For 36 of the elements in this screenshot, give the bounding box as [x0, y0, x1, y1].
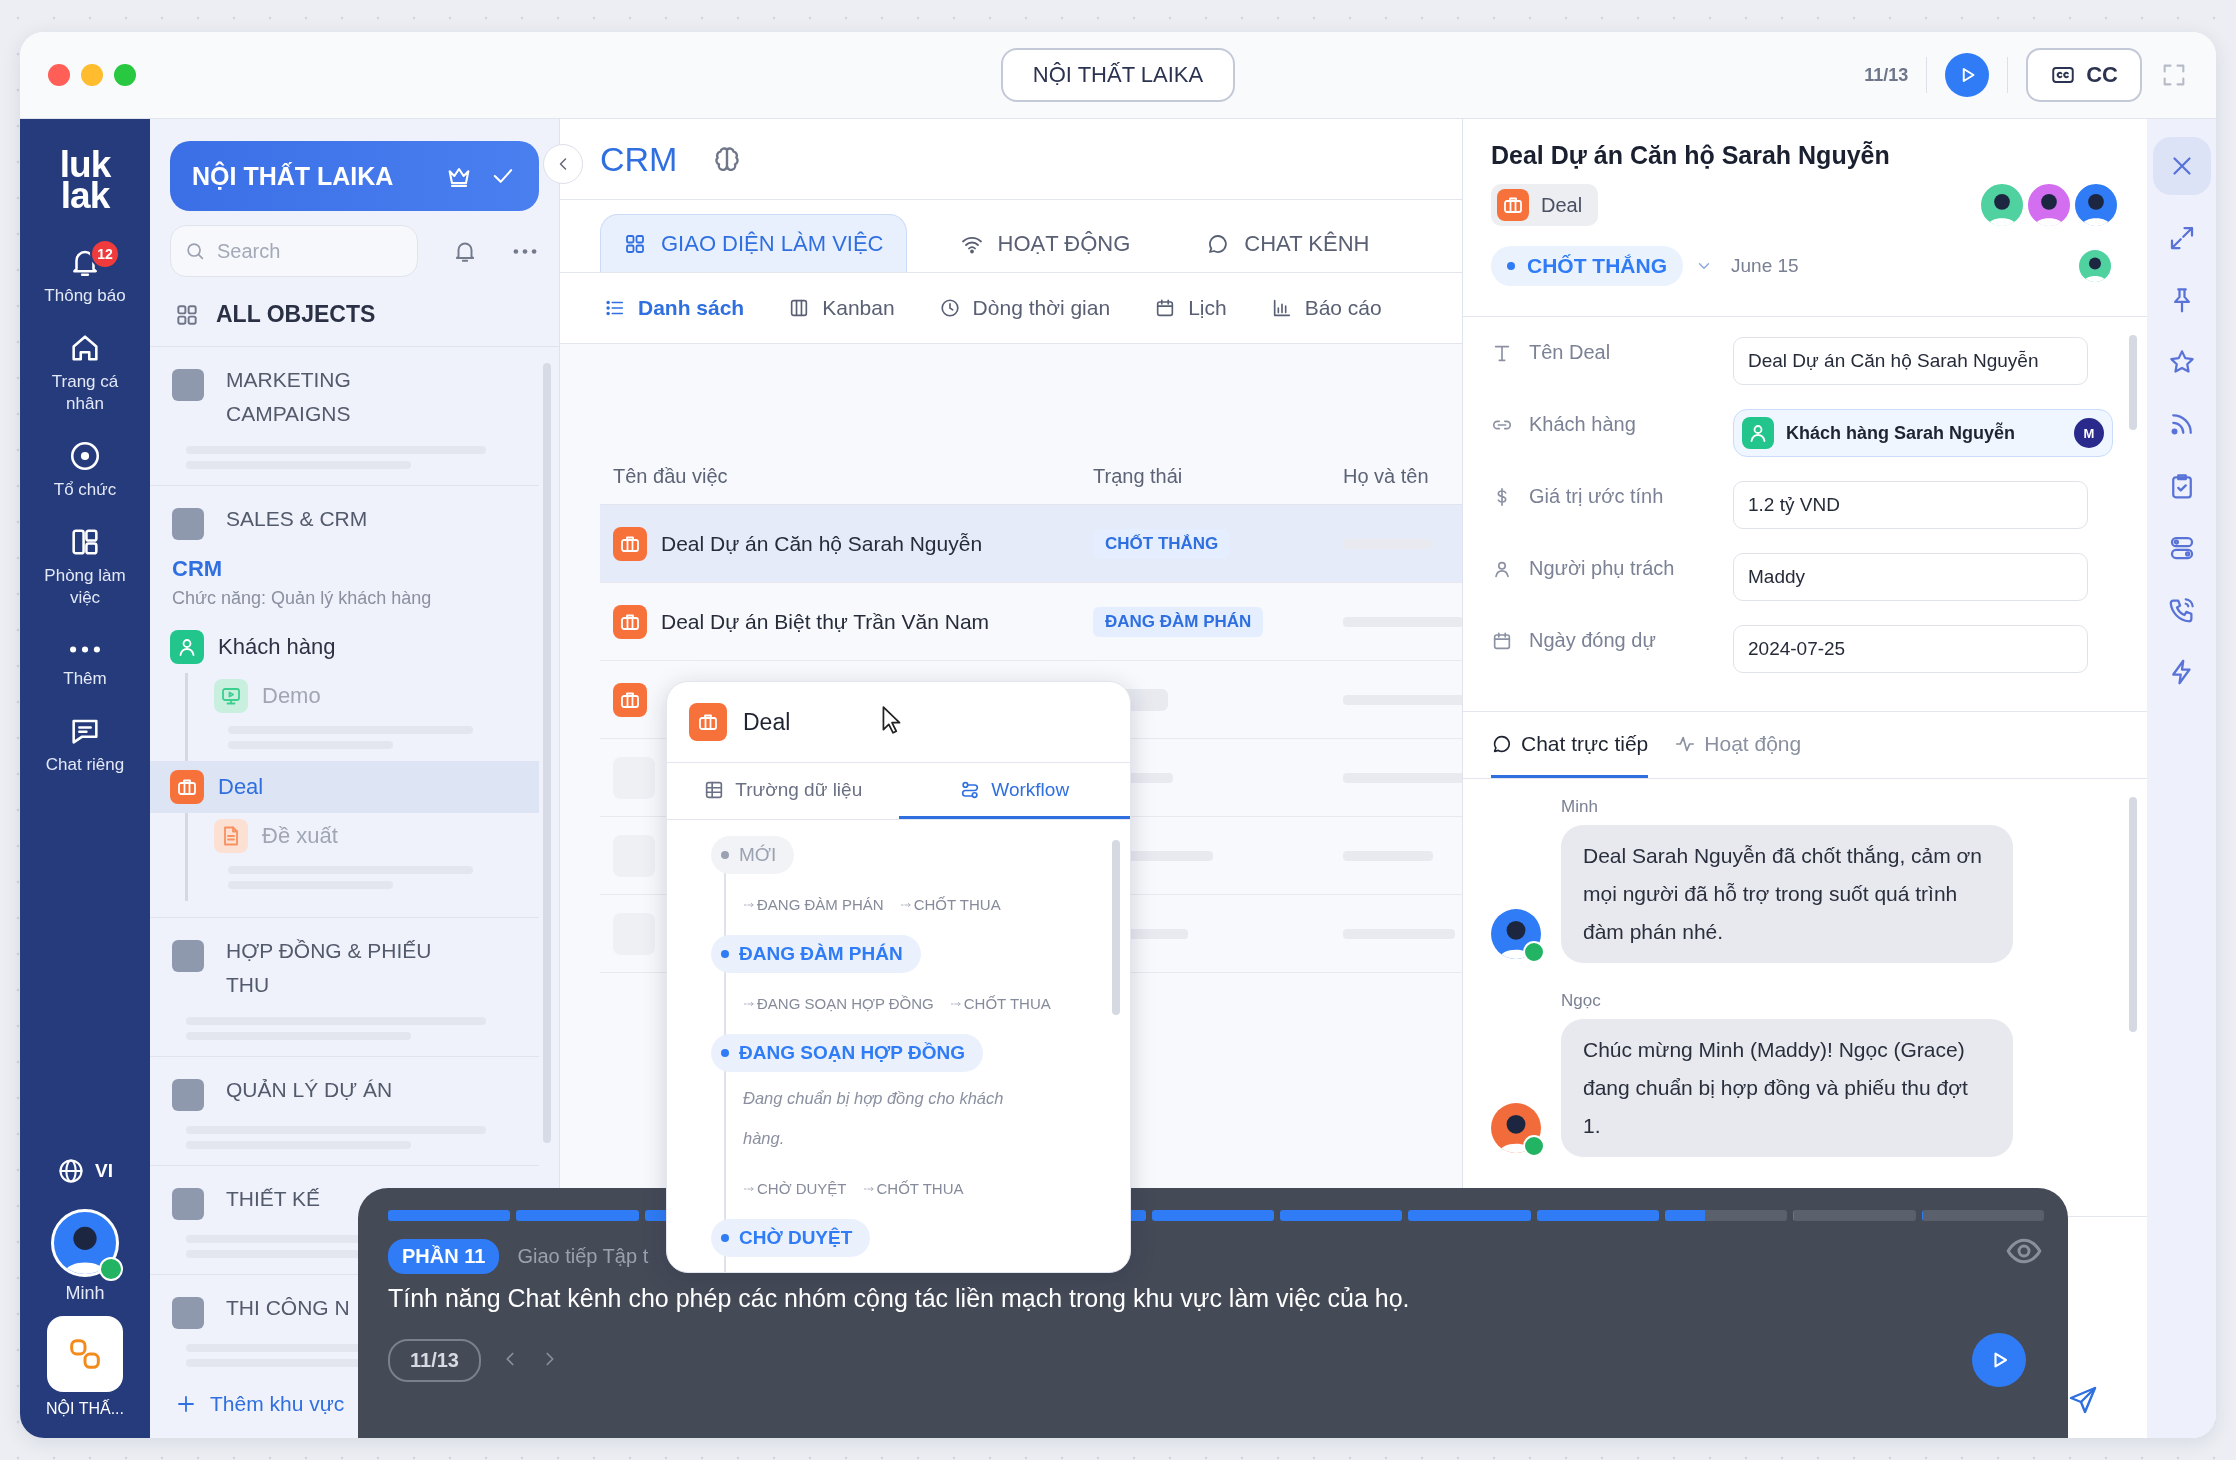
app-label: NỘI THẤ... — [46, 1400, 124, 1418]
date-text: June 15 — [1731, 255, 1799, 277]
field-label: Ngày đóng dự — [1529, 629, 1656, 652]
transition-label: CHỐT THUA — [899, 896, 1001, 913]
user-name: Minh — [65, 1283, 105, 1304]
transition-label: CHỜ DUYỆT — [743, 1180, 847, 1197]
module-description: Chức năng: Quản lý khách hàng — [172, 588, 433, 609]
count-badge: 12 — [90, 239, 120, 269]
transition-label: CHỐT THUA — [949, 995, 1051, 1012]
field-label: Tên Deal — [1529, 341, 1611, 364]
author-name: Minh — [1561, 797, 1599, 817]
logo: luk lak — [59, 149, 111, 211]
popup-title: Deal — [743, 708, 791, 736]
field-label: Người phụ trách — [1529, 557, 1675, 580]
record-title: Deal Dự án Căn hộ Sarah Nguyễn — [1491, 141, 1891, 170]
page-title: CRM — [600, 139, 678, 179]
message-bubble: Deal Sarah Nguyễn đã chốt thắng, cảm ơn mọi người đã hỗ trợ trong suốt quá trình đàm phán nhé. — [1561, 825, 2013, 963]
field-label: Khách hàng — [1529, 413, 1636, 436]
status-tag: CHỐT THẮNG — [1093, 528, 1231, 559]
author-name: Ngọc — [1561, 991, 1602, 1011]
step-counter: 11/13 — [1864, 64, 1909, 86]
field-label: Giá trị ước tính — [1529, 485, 1664, 508]
part-badge: PHẦN 11 — [388, 1239, 500, 1274]
window-title: NỘI THẤT LAIKA — [1000, 48, 1236, 102]
transition-label: ĐANG ĐÀM PHÁN — [743, 896, 884, 913]
status-tag: ĐANG ĐÀM PHÁN — [1093, 606, 1264, 637]
topic-text: Giao tiếp Tập t — [517, 1245, 649, 1268]
stage-description: Đang chuẩn bị hợp đồng cho khách hàng. — [743, 1088, 1005, 1149]
tour-text: Tính năng Chat kênh cho phép các nhóm cộng tác liền mạch trong khu vực làm việc của họ. — [388, 1284, 1411, 1313]
transition-label: ĐANG SOẠN HỢP ĐỒNG — [743, 995, 934, 1012]
transition-label: CHỐT THUA — [862, 1180, 964, 1197]
initial-badge: M — [2074, 418, 2104, 448]
step-counter: 11/13 — [388, 1338, 481, 1382]
table-cell: Deal Dự án Biệt thự Trần Văn Nam — [661, 609, 990, 634]
message-bubble: Chúc mừng Minh (Maddy)! Ngọc (Grace) đang chuẩn bị hợp đồng và phiếu thu đợt 1. — [1561, 1019, 2013, 1157]
table-cell: Deal Dự án Căn hộ Sarah Nguyễn — [661, 531, 983, 556]
